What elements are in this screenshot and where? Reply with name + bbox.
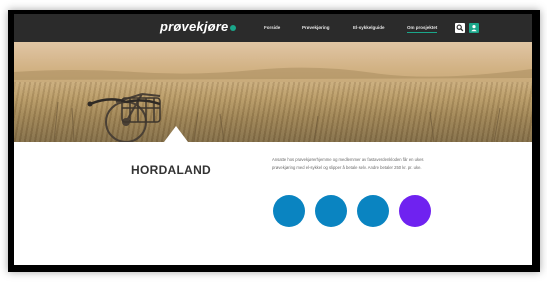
region-title: HORDALAND — [131, 163, 212, 177]
nav-item-om-prosjektet[interactable]: Om prosjektet — [407, 25, 438, 33]
circle-4[interactable] — [399, 195, 431, 227]
region-content: HORDALAND Ansatte hos prøvekjørerhjemme … — [14, 142, 532, 265]
user-icon — [471, 25, 477, 32]
nav-item-forside[interactable]: Forside — [264, 25, 280, 30]
hero-pointer — [164, 126, 188, 142]
hero-image — [14, 42, 532, 142]
top-navigation: prøvekjøre Forside Prøvekjøring El-sykke… — [14, 14, 532, 42]
circle-3[interactable] — [357, 195, 389, 227]
user-button[interactable] — [469, 23, 479, 33]
logo-text[interactable]: prøvekjøre — [160, 19, 228, 34]
web-page: prøvekjøre Forside Prøvekjøring El-sykke… — [14, 14, 532, 265]
search-icon — [456, 24, 464, 32]
search-button[interactable] — [455, 23, 465, 33]
intro-line-1: Ansatte hos prøvekjørerhjemme og medlemm… — [272, 157, 424, 162]
intro-line-2: prøvekjøring med el-sykkel og slipper å … — [272, 165, 422, 170]
nav-item-provekjoring[interactable]: Prøvekjøring — [302, 25, 330, 30]
logo-dot-icon — [230, 24, 237, 31]
bicycle-illustration — [14, 67, 532, 142]
intro-text: Ansatte hos prøvekjørerhjemme og medlemm… — [272, 156, 472, 172]
site-logo[interactable]: prøvekjøre — [160, 19, 237, 34]
circle-1[interactable] — [273, 195, 305, 227]
nav-item-el-sykkelguide[interactable]: El-sykkelguide — [353, 25, 385, 30]
circle-2[interactable] — [315, 195, 347, 227]
